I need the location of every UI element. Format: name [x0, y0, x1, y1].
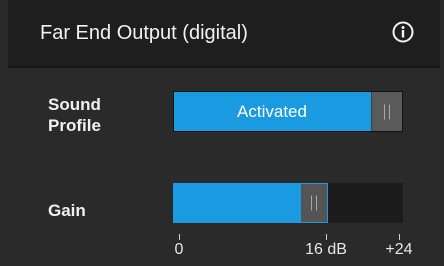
grip-handle-icon [384, 104, 390, 119]
gain-tick-label: 16 dB [305, 241, 347, 258]
grip-handle-icon [311, 195, 317, 211]
panel-header: Far End Output (digital) [8, 0, 440, 68]
sound-profile-state: Activated [237, 101, 307, 121]
gain-slider[interactable] [173, 183, 403, 223]
gain-tick-mark [179, 234, 180, 240]
toggle-thumb[interactable] [371, 92, 402, 131]
gain-tick-label: +24 [385, 241, 413, 258]
gain-label: Gain [48, 201, 86, 220]
panel-title: Far End Output (digital) [40, 22, 248, 44]
sound-profile-label: Sound Profile [48, 95, 101, 135]
gain-tick-mark [399, 234, 400, 240]
sound-profile-toggle[interactable]: Activated [173, 91, 403, 132]
gain-tick-label: 0 [174, 241, 184, 258]
gain-tick-mark [326, 234, 327, 240]
gain-slider-thumb[interactable] [300, 183, 328, 223]
far-end-output-panel: Far End Output (digital) Sound Profile A… [0, 0, 444, 266]
info-icon[interactable] [392, 21, 414, 43]
